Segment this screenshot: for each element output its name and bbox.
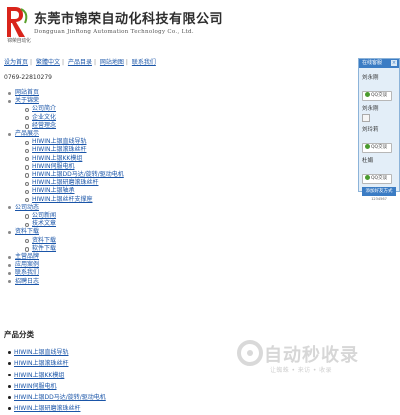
menu-item-home: 网站首页	[8, 89, 124, 97]
qq-icon	[365, 92, 370, 97]
set-homepage-link[interactable]: 设为首页	[4, 59, 28, 66]
submenu-item: 技术文章	[25, 220, 124, 228]
category-list: HIWIN上银直线导轨 HIWIN上银滚珠丝杆 HIWIN上银KK模组 HIWI…	[8, 347, 106, 415]
qq-contact-name: 刘永刚	[362, 106, 379, 112]
category-item: HIWIN上银KK模组	[8, 370, 106, 381]
qq-number: 1234567	[371, 197, 387, 201]
menu-item-contact: 联系我们	[8, 269, 124, 277]
qq-chat-button[interactable]: QQ交谈	[362, 174, 392, 184]
add-friend-button[interactable]: 添加好友方式	[362, 187, 396, 196]
online-service-panel: 在线客服 × 刘永刚 QQ交谈 刘永刚 刘玲莉 QQ交谈 杜娟 QQ交谈 添加好…	[358, 58, 400, 201]
submenu-item: 资料下载	[25, 237, 124, 245]
qq-contact-name: 刘玲莉	[362, 127, 379, 133]
submenu-item: HIWIN伺服电机	[25, 163, 124, 171]
sitemap-link[interactable]: 网站地图	[100, 59, 124, 66]
submenu-item: HIWIN上银KK模组	[25, 155, 124, 163]
qq-contact-name: 杜娟	[362, 158, 374, 164]
menu-item-products: 产品展示 HIWIN上银直线导轨 HIWIN上银滚珠丝杆 HIWIN上银KK模组…	[8, 130, 124, 204]
watermark-subtext: 让蜘蛛 • 来访 • 收录	[270, 367, 332, 374]
submenu-item: HIWIN上银滚珠丝杆	[25, 146, 124, 154]
watermark-text: 自动秒收录	[264, 345, 359, 366]
menu-item-about: 关于锦荣 公司简介 企业文化 经营理念	[8, 97, 124, 130]
contact-us-link[interactable]: 联系我们	[132, 59, 156, 66]
submenu-item: 软件下载	[25, 245, 124, 253]
category-item: HIWIN上银DD马达/旋转/驱动电机	[8, 392, 106, 403]
logo-subtitle: 锦荣自动化	[7, 38, 31, 44]
phone-number: 0769-22810279	[4, 74, 52, 81]
top-nav: 设为首页 | 繁體中文 | 产品目录 | 网站地图 | 联系我们	[4, 59, 156, 66]
submenu-item: HIWIN上银丝杆支撑座	[25, 196, 124, 204]
qq-chat-button[interactable]: QQ交谈	[362, 91, 392, 101]
close-icon[interactable]: ×	[391, 60, 397, 66]
broken-image-icon	[362, 114, 370, 122]
qq-chat-button[interactable]: QQ交谈	[362, 143, 392, 153]
main-menu: 网站首页 关于锦荣 公司简介 企业文化 经营理念 产品展示 HIWIN上银直线导…	[8, 89, 124, 286]
submenu-item: HIWIN上银轴承	[25, 187, 124, 195]
category-item: HIWIN上银研磨滚珠丝杆	[8, 403, 106, 414]
category-item: HIWIN伺服电机	[8, 381, 106, 392]
submenu-item: 公司简介	[25, 105, 124, 113]
menu-item-news: 公司动态 公司新闻 技术文章	[8, 204, 124, 229]
site-header: 锦荣自动化 东莞市锦荣自动化科技有限公司 Dongguan JinRong Au…	[0, 0, 400, 50]
category-title: 产品分类	[4, 330, 34, 339]
category-item: HIWIN上银滚珠丝杆	[8, 358, 106, 369]
watermark-logo-icon	[237, 340, 263, 366]
submenu-item: HIWIN上银DD马达/旋转/驱动电机	[25, 171, 124, 179]
company-name-cn: 东莞市锦荣自动化科技有限公司	[34, 12, 224, 27]
menu-item-downloads: 资料下载 资料下载 软件下载	[8, 228, 124, 253]
submenu-item: 企业文化	[25, 114, 124, 122]
product-catalog-link[interactable]: 产品目录	[68, 59, 92, 66]
submenu-item: 经营理念	[25, 122, 124, 130]
watermark: 自动秒收录 让蜘蛛 • 来访 • 收录	[236, 337, 396, 377]
qq-icon	[365, 175, 370, 180]
category-item: HIWIN上银直线导轨	[8, 347, 106, 358]
menu-item-jobs: 招聘日志	[8, 278, 124, 286]
traditional-chinese-link[interactable]: 繁體中文	[36, 59, 60, 66]
qq-icon	[365, 144, 370, 149]
company-name-en: Dongguan JinRong Automation Technology C…	[34, 29, 194, 35]
qq-contact-name: 刘永刚	[362, 75, 379, 81]
